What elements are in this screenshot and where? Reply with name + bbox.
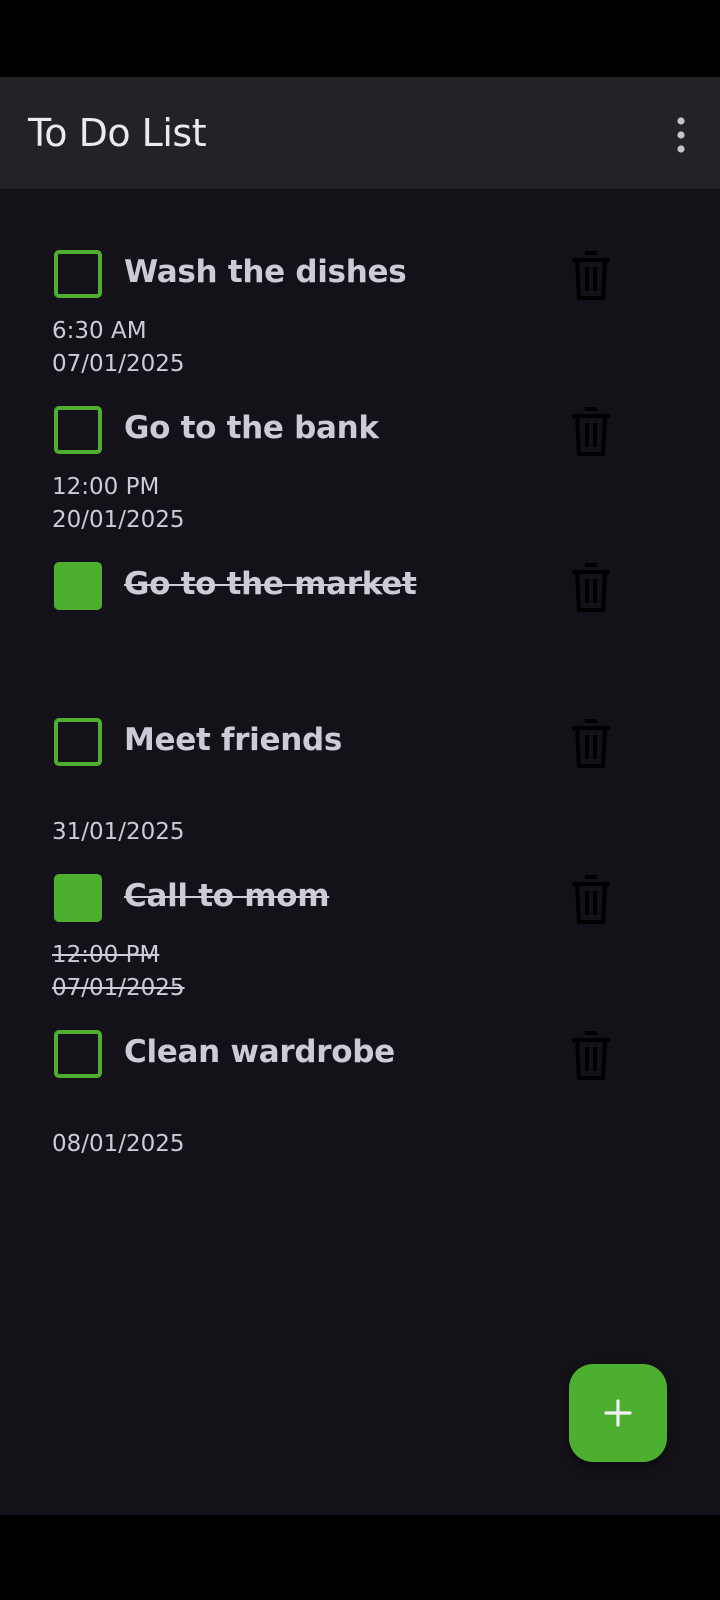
task-checkbox[interactable] [54, 250, 102, 298]
list-item: Wash the dishes [0, 244, 720, 304]
task-title: Wash the dishes [124, 254, 407, 290]
add-icon [604, 1399, 632, 1427]
task-time: 12:00 PM [52, 942, 160, 968]
trash-icon[interactable] [568, 1028, 614, 1082]
task-checkbox[interactable] [54, 1030, 102, 1078]
task-checkbox[interactable] [54, 562, 102, 610]
task-checkbox[interactable] [54, 406, 102, 454]
trash-icon[interactable] [568, 560, 614, 614]
page-title: To Do List [28, 111, 207, 155]
status-bar [0, 0, 720, 77]
trash-icon[interactable] [568, 872, 614, 926]
list-item: Meet friends [0, 712, 720, 772]
app-bar: To Do List [0, 77, 720, 189]
trash-icon[interactable] [568, 248, 614, 302]
list-item: Call to mom [0, 868, 720, 928]
list-item: Go to the bank [0, 400, 720, 460]
task-title: Clean wardrobe [124, 1034, 395, 1070]
task-checkbox[interactable] [54, 874, 102, 922]
task-date: 07/01/2025 [52, 351, 185, 377]
trash-icon[interactable] [568, 404, 614, 458]
task-time: 6:30 AM [52, 318, 147, 344]
task-title: Call to mom [124, 878, 330, 914]
task-title: Go to the market [124, 566, 417, 602]
add-task-button[interactable] [569, 1364, 667, 1462]
task-title: Go to the bank [124, 410, 379, 446]
navigation-bar [0, 1515, 720, 1600]
task-title: Meet friends [124, 722, 343, 758]
trash-icon[interactable] [568, 716, 614, 770]
more-vert-icon[interactable] [664, 113, 698, 157]
task-date: 31/01/2025 [52, 819, 185, 845]
task-date: 07/01/2025 [52, 975, 185, 1001]
task-date: 08/01/2025 [52, 1131, 185, 1157]
task-date: 20/01/2025 [52, 507, 185, 533]
list-item: Clean wardrobe [0, 1024, 720, 1084]
task-time: 12:00 PM [52, 474, 160, 500]
task-list: Wash the dishes 6:30 AM 07/01/2025 Go to… [0, 189, 720, 1515]
list-item: Go to the market [0, 556, 720, 616]
task-checkbox[interactable] [54, 718, 102, 766]
